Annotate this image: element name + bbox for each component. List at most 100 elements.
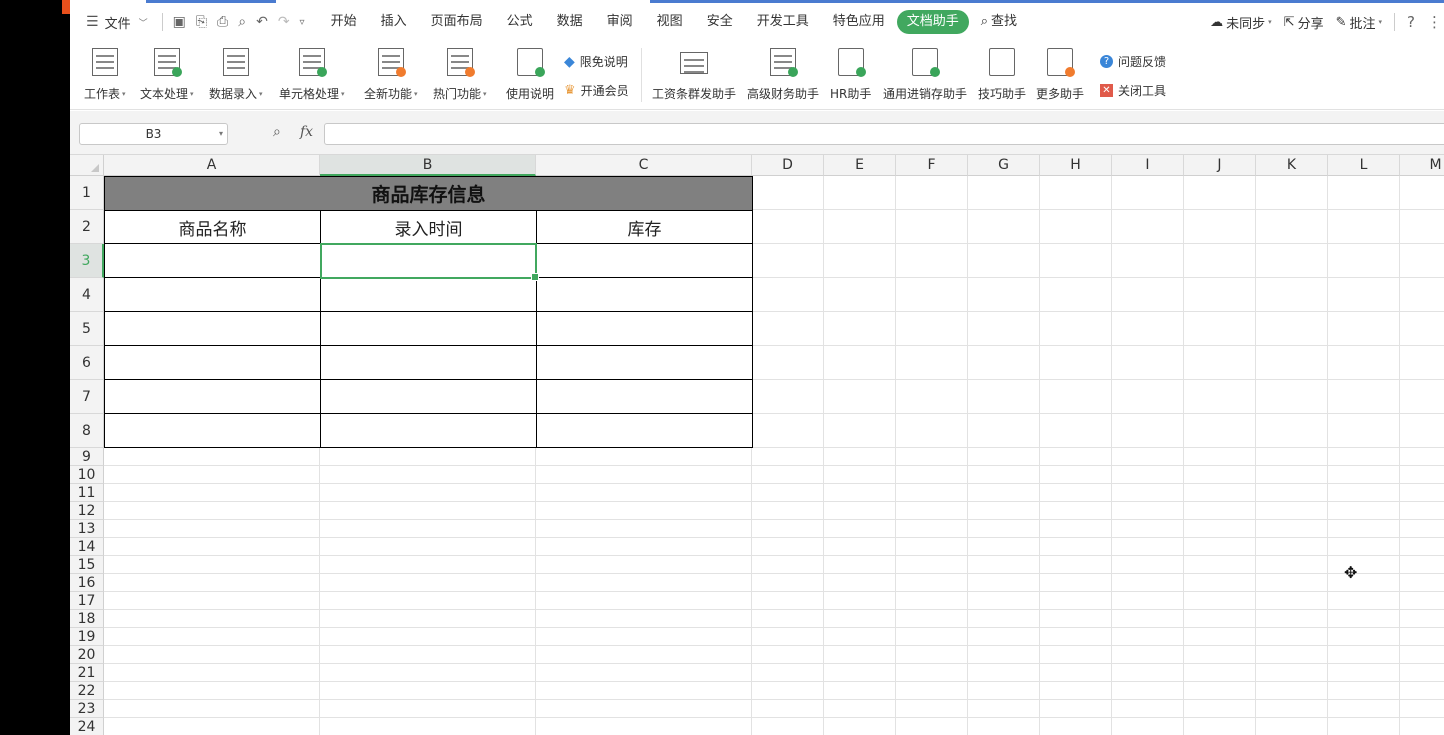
- share-button[interactable]: ⇱ 分享: [1284, 13, 1324, 32]
- new-features-button[interactable]: 全新功能 ▾: [364, 48, 418, 102]
- table-cell[interactable]: [320, 311, 537, 346]
- customize-dropdown-icon[interactable]: ▿: [300, 17, 305, 28]
- table-cell[interactable]: [104, 345, 321, 380]
- tab-features[interactable]: 特色应用: [821, 10, 897, 34]
- table-cell[interactable]: [320, 277, 537, 312]
- row-header-1[interactable]: 1: [70, 176, 104, 210]
- column-header-c[interactable]: C: [536, 155, 752, 176]
- row-header-4[interactable]: 4: [70, 278, 104, 312]
- cell-process-button[interactable]: 单元格处理 ▾: [279, 48, 345, 102]
- feedback-button[interactable]: ? 问题反馈: [1100, 53, 1166, 70]
- row-header-21[interactable]: 21: [70, 664, 104, 682]
- row-header-10[interactable]: 10: [70, 466, 104, 484]
- disclaimer-button[interactable]: ◆ 限免说明: [564, 53, 628, 70]
- table-cell[interactable]: [536, 379, 753, 414]
- open-member-button[interactable]: ♛ 开通会员: [564, 82, 629, 99]
- table-cell[interactable]: [536, 243, 753, 278]
- row-header-16[interactable]: 16: [70, 574, 104, 592]
- column-header-g[interactable]: G: [968, 155, 1040, 176]
- row-header-15[interactable]: 15: [70, 556, 104, 574]
- row-header-14[interactable]: 14: [70, 538, 104, 556]
- payroll-helper-button[interactable]: 工资条群发助手: [652, 48, 736, 102]
- tab-security[interactable]: 安全: [695, 10, 745, 34]
- row-header-17[interactable]: 17: [70, 592, 104, 610]
- tab-developer[interactable]: 开发工具: [745, 10, 821, 34]
- table-cell[interactable]: [320, 345, 537, 380]
- row-header-9[interactable]: 9: [70, 448, 104, 466]
- column-header-h[interactable]: H: [1040, 155, 1112, 176]
- column-header-d[interactable]: D: [752, 155, 824, 176]
- sync-button[interactable]: ☁ 未同步 ▾: [1210, 13, 1272, 32]
- header-cell-product-name[interactable]: 商品名称: [104, 210, 321, 245]
- undo-icon[interactable]: ↶: [256, 14, 268, 30]
- comment-button[interactable]: ✎ 批注 ▾: [1336, 13, 1382, 32]
- row-header-20[interactable]: 20: [70, 646, 104, 664]
- column-header-f[interactable]: F: [896, 155, 968, 176]
- table-cell[interactable]: [536, 413, 753, 448]
- table-cell[interactable]: [104, 311, 321, 346]
- column-header-a[interactable]: A: [104, 155, 320, 176]
- row-header-13[interactable]: 13: [70, 520, 104, 538]
- row-header-19[interactable]: 19: [70, 628, 104, 646]
- tips-helper-button[interactable]: 技巧助手: [978, 48, 1026, 102]
- formula-input[interactable]: [324, 123, 1444, 145]
- hr-helper-button[interactable]: HR助手: [830, 48, 871, 102]
- table-cell[interactable]: [104, 277, 321, 312]
- row-header-5[interactable]: 5: [70, 312, 104, 346]
- tab-data[interactable]: 数据: [545, 10, 595, 34]
- table-cell[interactable]: [104, 243, 321, 278]
- redo-icon[interactable]: ↷: [278, 14, 290, 30]
- row-header-18[interactable]: 18: [70, 610, 104, 628]
- column-header-b[interactable]: B: [320, 155, 536, 176]
- more-helpers-button[interactable]: 更多助手: [1036, 48, 1084, 102]
- row-header-2[interactable]: 2: [70, 210, 104, 244]
- worksheet-button[interactable]: 工作表 ▾: [84, 48, 126, 102]
- table-cell[interactable]: [320, 413, 537, 448]
- active-cell-selection[interactable]: [320, 243, 539, 281]
- row-header-23[interactable]: 23: [70, 700, 104, 718]
- help-button[interactable]: ?: [1407, 13, 1415, 31]
- name-box[interactable]: B3 ▾: [79, 123, 228, 145]
- row-header-6[interactable]: 6: [70, 346, 104, 380]
- format-painter-icon[interactable]: ⎘: [196, 14, 207, 30]
- table-cell[interactable]: [536, 345, 753, 380]
- header-cell-stock[interactable]: 库存: [536, 210, 753, 245]
- row-header-8[interactable]: 8: [70, 414, 104, 448]
- row-header-12[interactable]: 12: [70, 502, 104, 520]
- column-header-i[interactable]: I: [1112, 155, 1184, 176]
- print-icon[interactable]: ⎙: [217, 14, 228, 30]
- column-header-m[interactable]: M: [1400, 155, 1444, 176]
- search-button[interactable]: ⌕ 查找: [969, 10, 1029, 34]
- tab-insert[interactable]: 插入: [369, 10, 419, 34]
- tab-view[interactable]: 视图: [645, 10, 695, 34]
- row-header-3[interactable]: 3: [70, 244, 104, 278]
- print-preview-icon[interactable]: ⌕: [238, 14, 246, 30]
- select-all-corner[interactable]: [70, 155, 104, 176]
- tab-formulas[interactable]: 公式: [495, 10, 545, 34]
- hot-features-button[interactable]: 热门功能 ▾: [433, 48, 487, 102]
- close-tools-button[interactable]: ✕ 关闭工具: [1100, 82, 1166, 99]
- table-cell[interactable]: [104, 413, 321, 448]
- row-header-24[interactable]: 24: [70, 718, 104, 735]
- column-header-l[interactable]: L: [1328, 155, 1400, 176]
- text-process-button[interactable]: 文本处理 ▾: [140, 48, 194, 102]
- table-cell[interactable]: [104, 379, 321, 414]
- zoom-search-icon[interactable]: ⌕: [273, 124, 281, 140]
- more-options-icon[interactable]: ⋮: [1427, 13, 1442, 31]
- data-entry-button[interactable]: 数据录入 ▾: [209, 48, 263, 102]
- usage-guide-button[interactable]: 使用说明: [506, 48, 554, 102]
- column-header-e[interactable]: E: [824, 155, 896, 176]
- table-cell[interactable]: [536, 311, 753, 346]
- column-header-k[interactable]: K: [1256, 155, 1328, 176]
- tab-review[interactable]: 审阅: [595, 10, 645, 34]
- row-header-11[interactable]: 11: [70, 484, 104, 502]
- tab-page-layout[interactable]: 页面布局: [419, 10, 495, 34]
- header-cell-entry-time[interactable]: 录入时间: [320, 210, 537, 245]
- spreadsheet-grid[interactable]: ABCDEFGHIJKLM 1 2 3 4 5 6 7 8 9 10 11 12 13 14 15 16 17 1…: [70, 155, 1444, 735]
- column-header-j[interactable]: J: [1184, 155, 1256, 176]
- file-menu[interactable]: ☰ 文件 ﹀: [70, 4, 148, 40]
- fx-icon[interactable]: fx: [300, 124, 313, 140]
- finance-helper-button[interactable]: 高级财务助手: [747, 48, 819, 102]
- table-title-cell[interactable]: 商品库存信息: [104, 176, 753, 211]
- tab-doc-assistant[interactable]: 文档助手: [896, 10, 969, 34]
